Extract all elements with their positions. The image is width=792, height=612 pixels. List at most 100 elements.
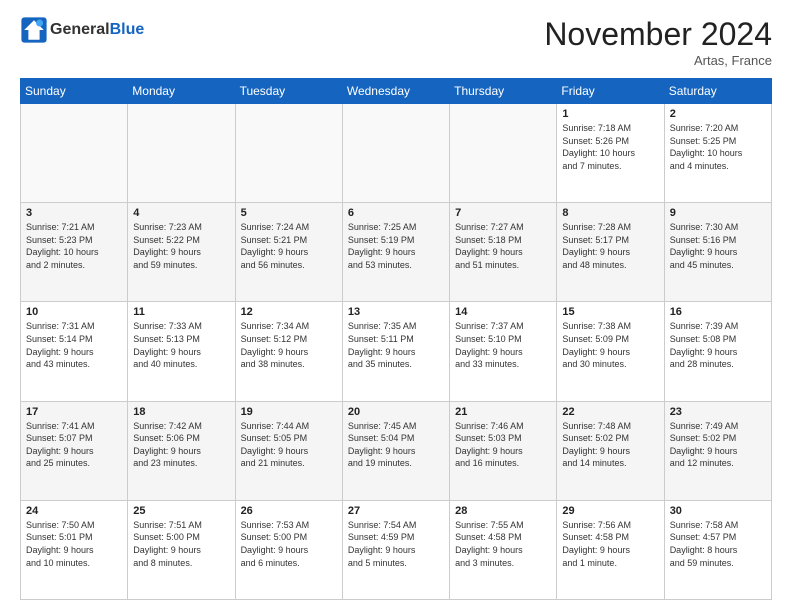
calendar-cell: 9 Sunrise: 7:30 AM Sunset: 5:16 PM Daylig… (664, 203, 771, 302)
header: GeneralBlue November 2024 Artas, France (20, 16, 772, 68)
day-number: 15 (562, 306, 658, 318)
day-number: 7 (455, 207, 551, 219)
calendar-cell: 18Sunrise: 7:42 AM Sunset: 5:06 PM Dayli… (128, 401, 235, 500)
day-info: Sunrise: 7:18 AM Sunset: 5:26 PM Dayligh… (562, 122, 658, 172)
day-number: 14 (455, 306, 551, 318)
logo-blue: Blue (110, 21, 145, 38)
calendar-cell: 10Sunrise: 7:31 AM Sunset: 5:14 PM Dayli… (21, 302, 128, 401)
day-info: Sunrise: 7:45 AM Sunset: 5:04 PM Dayligh… (348, 420, 444, 470)
calendar-cell: 24 Sunrise: 7:50 AM Sunset: 5:01 PM Dayli… (21, 500, 128, 599)
day-number: 17 (26, 406, 122, 418)
day-number: 25 (133, 505, 229, 517)
calendar-cell: 16Sunrise: 7:39 AM Sunset: 5:08 PM Dayli… (664, 302, 771, 401)
calendar-cell: 29 Sunrise: 7:56 AM Sunset: 4:58 PM Dayli… (557, 500, 664, 599)
logo-general: General (50, 21, 110, 38)
calendar-cell: 15 Sunrise: 7:38 AM Sunset: 5:09 PM Dayli… (557, 302, 664, 401)
day-info: Sunrise: 7:30 AM Sunset: 5:16 PM Dayligh… (670, 221, 766, 271)
day-number: 19 (241, 406, 337, 418)
day-number: 6 (348, 207, 444, 219)
day-info: Sunrise: 7:44 AM Sunset: 5:05 PM Dayligh… (241, 420, 337, 470)
calendar-cell: 22Sunrise: 7:48 AM Sunset: 5:02 PM Dayli… (557, 401, 664, 500)
calendar-header-row: SundayMondayTuesdayWednesdayThursdayFrid… (21, 79, 772, 104)
calendar-cell: 25Sunrise: 7:51 AM Sunset: 5:00 PM Dayli… (128, 500, 235, 599)
calendar-week-2: 10Sunrise: 7:31 AM Sunset: 5:14 PM Dayli… (21, 302, 772, 401)
day-number: 28 (455, 505, 551, 517)
day-info: Sunrise: 7:55 AM Sunset: 4:58 PM Dayligh… (455, 519, 551, 569)
calendar-cell: 3 Sunrise: 7:21 AM Sunset: 5:23 PM Daylig… (21, 203, 128, 302)
day-info: Sunrise: 7:28 AM Sunset: 5:17 PM Dayligh… (562, 221, 658, 271)
day-header-thursday: Thursday (450, 79, 557, 104)
calendar-cell: 23Sunrise: 7:49 AM Sunset: 5:02 PM Dayli… (664, 401, 771, 500)
calendar-cell: 28 Sunrise: 7:55 AM Sunset: 4:58 PM Dayli… (450, 500, 557, 599)
calendar-cell (450, 104, 557, 203)
day-info: Sunrise: 7:56 AM Sunset: 4:58 PM Dayligh… (562, 519, 658, 569)
calendar-cell: 4 Sunrise: 7:23 AM Sunset: 5:22 PM Daylig… (128, 203, 235, 302)
day-number: 23 (670, 406, 766, 418)
calendar-week-0: 1 Sunrise: 7:18 AM Sunset: 5:26 PM Daylig… (21, 104, 772, 203)
day-number: 1 (562, 108, 658, 120)
calendar-cell: 11 Sunrise: 7:33 AM Sunset: 5:13 PM Dayli… (128, 302, 235, 401)
day-info: Sunrise: 7:50 AM Sunset: 5:01 PM Dayligh… (26, 519, 122, 569)
month-title: November 2024 (544, 16, 772, 53)
calendar-cell: 5Sunrise: 7:24 AM Sunset: 5:21 PM Daylig… (235, 203, 342, 302)
title-block: November 2024 Artas, France (544, 16, 772, 68)
day-info: Sunrise: 7:27 AM Sunset: 5:18 PM Dayligh… (455, 221, 551, 271)
day-info: Sunrise: 7:48 AM Sunset: 5:02 PM Dayligh… (562, 420, 658, 470)
calendar-cell: 27Sunrise: 7:54 AM Sunset: 4:59 PM Dayli… (342, 500, 449, 599)
calendar-week-4: 24 Sunrise: 7:50 AM Sunset: 5:01 PM Dayli… (21, 500, 772, 599)
day-info: Sunrise: 7:58 AM Sunset: 4:57 PM Dayligh… (670, 519, 766, 569)
day-number: 12 (241, 306, 337, 318)
calendar-cell: 14 Sunrise: 7:37 AM Sunset: 5:10 PM Dayli… (450, 302, 557, 401)
day-info: Sunrise: 7:38 AM Sunset: 5:09 PM Dayligh… (562, 320, 658, 370)
day-number: 10 (26, 306, 122, 318)
calendar-cell: 1 Sunrise: 7:18 AM Sunset: 5:26 PM Daylig… (557, 104, 664, 203)
calendar-cell: 2Sunrise: 7:20 AM Sunset: 5:25 PM Daylig… (664, 104, 771, 203)
calendar-cell: 12 Sunrise: 7:34 AM Sunset: 5:12 PM Dayli… (235, 302, 342, 401)
day-info: Sunrise: 7:23 AM Sunset: 5:22 PM Dayligh… (133, 221, 229, 271)
calendar-cell: 21 Sunrise: 7:46 AM Sunset: 5:03 PM Dayli… (450, 401, 557, 500)
logo: GeneralBlue (20, 16, 144, 44)
calendar-cell: 8 Sunrise: 7:28 AM Sunset: 5:17 PM Daylig… (557, 203, 664, 302)
day-info: Sunrise: 7:34 AM Sunset: 5:12 PM Dayligh… (241, 320, 337, 370)
day-number: 29 (562, 505, 658, 517)
day-header-monday: Monday (128, 79, 235, 104)
day-header-sunday: Sunday (21, 79, 128, 104)
day-number: 11 (133, 306, 229, 318)
calendar-table: SundayMondayTuesdayWednesdayThursdayFrid… (20, 78, 772, 600)
logo-text: GeneralBlue (50, 21, 144, 39)
day-info: Sunrise: 7:53 AM Sunset: 5:00 PM Dayligh… (241, 519, 337, 569)
logo-icon (20, 16, 48, 44)
day-header-saturday: Saturday (664, 79, 771, 104)
day-number: 8 (562, 207, 658, 219)
location: Artas, France (544, 53, 772, 68)
calendar-cell: 30 Sunrise: 7:58 AM Sunset: 4:57 PM Dayli… (664, 500, 771, 599)
day-info: Sunrise: 7:25 AM Sunset: 5:19 PM Dayligh… (348, 221, 444, 271)
day-number: 20 (348, 406, 444, 418)
day-info: Sunrise: 7:46 AM Sunset: 5:03 PM Dayligh… (455, 420, 551, 470)
day-number: 3 (26, 207, 122, 219)
day-header-tuesday: Tuesday (235, 79, 342, 104)
day-number: 9 (670, 207, 766, 219)
day-number: 16 (670, 306, 766, 318)
day-header-wednesday: Wednesday (342, 79, 449, 104)
calendar-cell: 19 Sunrise: 7:44 AM Sunset: 5:05 PM Dayli… (235, 401, 342, 500)
day-number: 24 (26, 505, 122, 517)
day-number: 5 (241, 207, 337, 219)
day-info: Sunrise: 7:21 AM Sunset: 5:23 PM Dayligh… (26, 221, 122, 271)
day-number: 30 (670, 505, 766, 517)
calendar-cell: 20 Sunrise: 7:45 AM Sunset: 5:04 PM Dayli… (342, 401, 449, 500)
day-info: Sunrise: 7:37 AM Sunset: 5:10 PM Dayligh… (455, 320, 551, 370)
calendar-cell (235, 104, 342, 203)
day-number: 26 (241, 505, 337, 517)
day-number: 21 (455, 406, 551, 418)
calendar-cell: 26 Sunrise: 7:53 AM Sunset: 5:00 PM Dayli… (235, 500, 342, 599)
day-info: Sunrise: 7:20 AM Sunset: 5:25 PM Dayligh… (670, 122, 766, 172)
calendar-cell: 6 Sunrise: 7:25 AM Sunset: 5:19 PM Daylig… (342, 203, 449, 302)
calendar-cell: 13 Sunrise: 7:35 AM Sunset: 5:11 PM Dayli… (342, 302, 449, 401)
calendar-cell (128, 104, 235, 203)
day-info: Sunrise: 7:35 AM Sunset: 5:11 PM Dayligh… (348, 320, 444, 370)
day-number: 4 (133, 207, 229, 219)
day-info: Sunrise: 7:42 AM Sunset: 5:06 PM Dayligh… (133, 420, 229, 470)
day-number: 13 (348, 306, 444, 318)
day-info: Sunrise: 7:33 AM Sunset: 5:13 PM Dayligh… (133, 320, 229, 370)
